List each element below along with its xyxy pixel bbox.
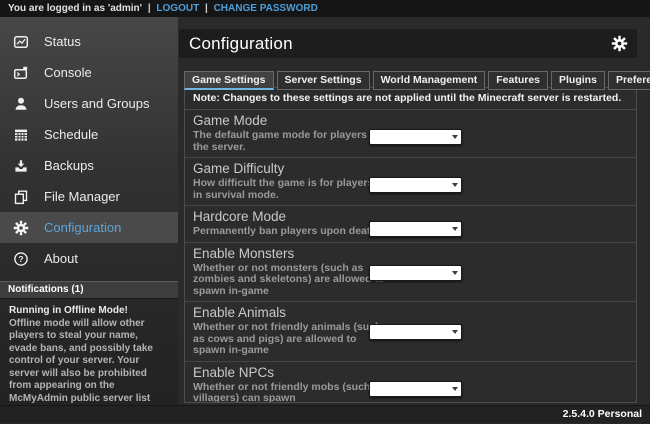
setting-description: Whether or not friendly animals (such as… (193, 322, 385, 357)
sidebar-item-label: About (44, 251, 78, 266)
download-tray-icon (13, 158, 29, 174)
tab-plugins[interactable]: Plugins (551, 71, 605, 90)
enable-monsters-select[interactable] (369, 265, 462, 281)
separator: | (205, 3, 208, 14)
sidebar: Status Console Users and Groups (0, 17, 178, 423)
sidebar-item-schedule[interactable]: Schedule (0, 119, 178, 150)
logout-link[interactable]: LOGOUT (156, 3, 199, 14)
setting-description: Whether or not friendly mobs (such as vi… (193, 382, 385, 404)
sidebar-item-label: Configuration (44, 220, 121, 235)
version-text: 2.5.4.0 Personal (563, 408, 642, 420)
game-settings-panel: Note: Changes to these settings are not … (184, 87, 637, 403)
copy-files-icon (13, 189, 29, 205)
sidebar-item-about[interactable]: ? About (0, 243, 178, 274)
setting-description: Whether or not monsters (such as zombies… (193, 263, 385, 298)
sidebar-item-console[interactable]: Console (0, 57, 178, 88)
restart-note: Note: Changes to these settings are not … (185, 88, 636, 110)
sidebar-item-label: Backups (44, 158, 94, 173)
setting-enable-animals: Enable Animals Whether or not friendly a… (185, 302, 636, 362)
main-content: Configuration (178, 17, 650, 405)
sidebar-item-label: Status (44, 34, 81, 49)
gear-icon (13, 220, 29, 236)
settings-gear-icon[interactable] (611, 35, 628, 52)
setting-enable-npcs: Enable NPCs Whether or not friendly mobs… (185, 362, 636, 404)
game-difficulty-select[interactable] (369, 177, 462, 193)
sidebar-item-label: Console (44, 65, 92, 80)
config-tabs: Game Settings Server Settings World Mana… (184, 71, 650, 90)
sidebar-item-label: File Manager (44, 189, 120, 204)
chevron-down-icon (452, 387, 458, 391)
setting-title: Enable NPCs (193, 365, 628, 380)
setting-hardcore-mode: Hardcore Mode Permanently ban players up… (185, 206, 636, 243)
sidebar-item-label: Schedule (44, 127, 98, 142)
tab-game-settings[interactable]: Game Settings (184, 71, 274, 90)
chevron-down-icon (452, 330, 458, 334)
sidebar-item-label: Users and Groups (44, 96, 150, 111)
line-chart-icon (13, 34, 29, 50)
setting-title: Enable Animals (193, 305, 628, 320)
chevron-down-icon (452, 135, 458, 139)
setting-game-mode: Game Mode The default game mode for play… (185, 110, 636, 158)
setting-description: The default game mode for players on the… (193, 130, 385, 153)
version-footer: 2.5.4.0 Personal (0, 405, 650, 423)
page-header: Configuration (179, 29, 637, 58)
sidebar-item-backups[interactable]: Backups (0, 150, 178, 181)
separator: | (148, 3, 151, 14)
notifications-header: Notifications (1) (0, 281, 178, 299)
setting-description: How difficult the game is for players in… (193, 178, 385, 201)
logged-in-text: You are logged in as 'admin' (8, 3, 142, 14)
question-mark-icon: ? (13, 251, 29, 267)
sidebar-item-users-and-groups[interactable]: Users and Groups (0, 88, 178, 119)
sidebar-nav: Status Console Users and Groups (0, 17, 178, 274)
svg-text:?: ? (18, 254, 23, 264)
setting-title: Game Mode (193, 113, 628, 128)
setting-description: Permanently ban players upon death. (193, 226, 385, 238)
enable-npcs-select[interactable] (369, 381, 462, 397)
calendar-grid-icon (13, 127, 29, 143)
setting-title: Game Difficulty (193, 161, 628, 176)
tab-preferences[interactable]: Preferences (608, 71, 650, 90)
chevron-down-icon (452, 183, 458, 187)
setting-enable-monsters: Enable Monsters Whether or not monsters … (185, 243, 636, 303)
enable-animals-select[interactable] (369, 324, 462, 340)
sidebar-item-status[interactable]: Status (0, 26, 178, 57)
user-icon (13, 96, 29, 112)
top-bar: You are logged in as 'admin' | LOGOUT | … (0, 0, 650, 17)
tab-features[interactable]: Features (488, 71, 548, 90)
notification-title: Running in Offline Mode! (9, 305, 169, 318)
notification-body-text: Offline mode will allow other players to… (9, 318, 169, 418)
game-mode-select[interactable] (369, 129, 462, 145)
tab-server-settings[interactable]: Server Settings (277, 71, 370, 90)
chevron-down-icon (452, 227, 458, 231)
chevron-down-icon (452, 271, 458, 275)
sidebar-item-configuration[interactable]: Configuration (0, 212, 178, 243)
console-window-icon (13, 65, 29, 81)
sidebar-item-file-manager[interactable]: File Manager (0, 181, 178, 212)
change-password-link[interactable]: CHANGE PASSWORD (214, 3, 318, 14)
setting-game-difficulty: Game Difficulty How difficult the game i… (185, 158, 636, 206)
hardcore-mode-select[interactable] (369, 221, 462, 237)
page-title: Configuration (179, 34, 611, 54)
setting-title: Enable Monsters (193, 246, 628, 261)
tab-world-management[interactable]: World Management (373, 71, 486, 90)
